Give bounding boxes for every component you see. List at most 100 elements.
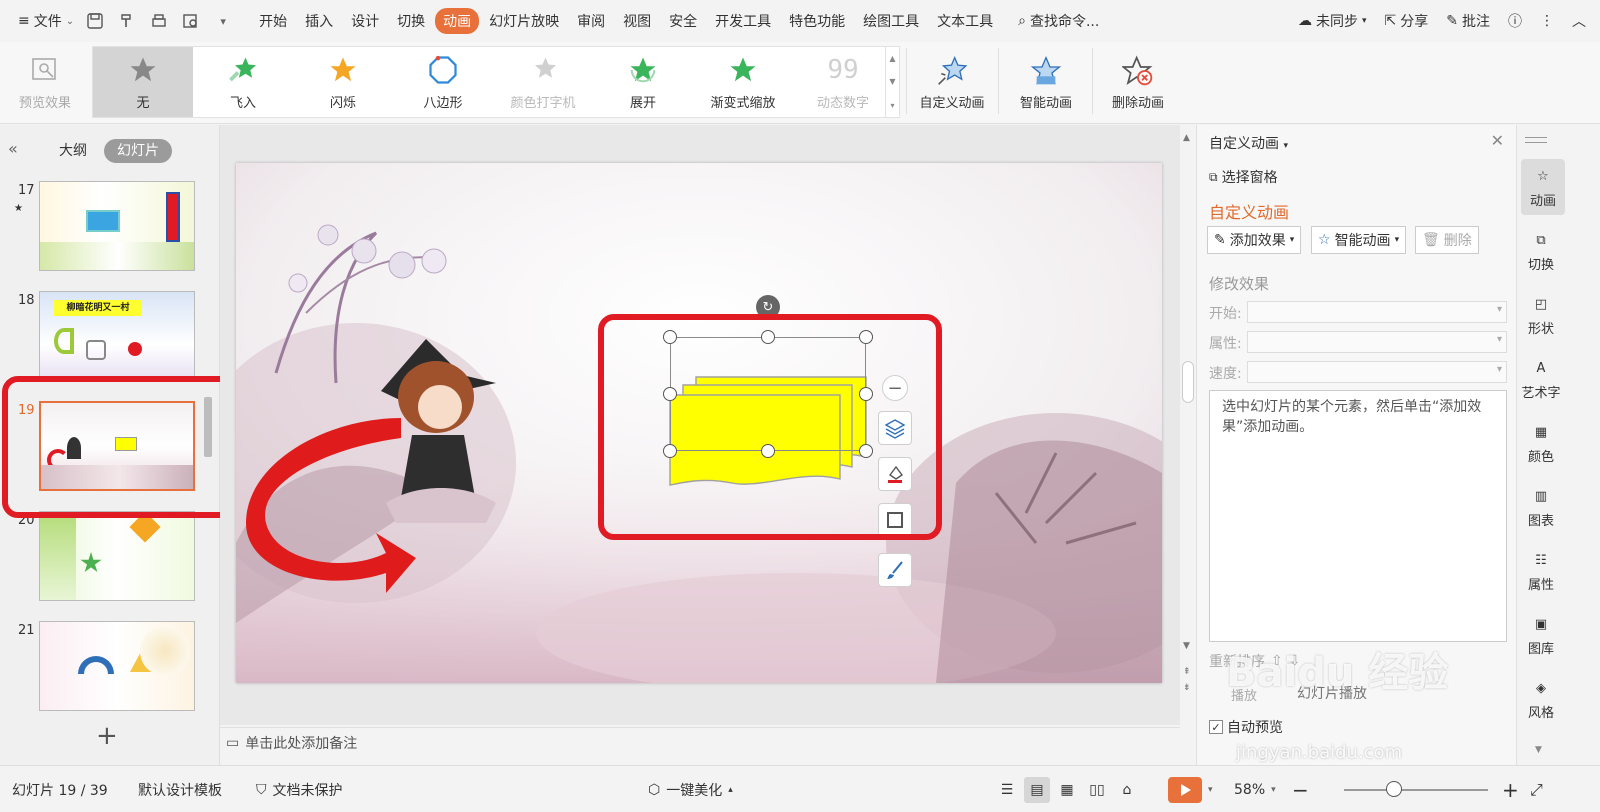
tab-design[interactable]: 设计 <box>343 8 387 34</box>
tab-animation[interactable]: 动画 <box>435 8 480 34</box>
start-select[interactable] <box>1247 301 1507 323</box>
normal-view-icon[interactable]: ▤ <box>1024 776 1050 803</box>
canvas-scrollbar[interactable]: ▲ ▼ ⇞ ⇟ <box>1180 125 1196 765</box>
tab-slideshow[interactable]: 幻灯片放映 <box>481 8 567 34</box>
anim-color-typewriter[interactable]: 颜色打字机 <box>493 47 593 117</box>
transition-icon: ⧉ <box>1536 233 1546 248</box>
protection-status[interactable]: ⛉ 文档未保护 <box>256 766 343 812</box>
fit-window-icon[interactable]: ⤢ <box>1530 766 1543 812</box>
anim-octagon[interactable]: 八边形 <box>393 47 493 117</box>
save-icon[interactable] <box>84 10 106 32</box>
collapse-panel-icon[interactable]: « <box>8 139 18 158</box>
custom-animation-label: 自定义动画 <box>919 95 985 111</box>
zoom-level-dropdown[interactable]: 58% ▾ <box>1234 766 1276 812</box>
tab-insert[interactable]: 插入 <box>297 8 341 34</box>
zoom-slider-knob[interactable] <box>1386 781 1402 797</box>
file-menu-label: 文件 <box>33 14 62 30</box>
zoom-in-icon[interactable]: + <box>1502 766 1519 812</box>
tab-transition[interactable]: 切换 <box>389 8 433 34</box>
notes-view-icon[interactable]: ☰ <box>994 777 1020 803</box>
anim-none[interactable]: 无 <box>93 47 193 117</box>
sidebar-item-transition[interactable]: ⧉ 切换 <box>1517 223 1565 279</box>
quick-access-more-icon[interactable]: ▾ <box>212 10 234 32</box>
sidebar-item-color[interactable]: ▦ 颜色 <box>1517 415 1565 471</box>
comment-button[interactable]: ✎ 批注 <box>1446 11 1490 31</box>
template-name[interactable]: 默认设计模板 <box>138 766 222 812</box>
speed-select[interactable] <box>1247 361 1507 383</box>
tab-developer[interactable]: 开发工具 <box>707 8 779 34</box>
presenter-view-icon[interactable]: ⌂ <box>1114 777 1140 803</box>
scroll-up-icon[interactable]: ▲ <box>1183 133 1190 143</box>
gallery-expand-icon[interactable]: ▾ <box>890 101 894 110</box>
slide-thumb-20[interactable]: 20 <box>0 511 220 603</box>
tab-drawing-tools[interactable]: 绘图工具 <box>855 8 927 34</box>
tab-view[interactable]: 视图 <box>615 8 659 34</box>
sidebar-item-chart[interactable]: ▥ 图表 <box>1517 479 1565 535</box>
scroll-up-icon[interactable]: ▲ <box>889 54 895 63</box>
close-icon[interactable]: ✕ <box>1491 131 1504 150</box>
anim-expand[interactable]: 展开 <box>593 47 693 117</box>
slide-thumb-21[interactable]: 21 <box>0 621 220 713</box>
sidebar-scroll-down-icon[interactable]: ▼ <box>1535 745 1542 755</box>
sidebar-menu-icon[interactable] <box>1525 137 1547 143</box>
auto-preview-checkbox[interactable]: ✓ 自动预览 <box>1209 717 1283 737</box>
sidebar-item-animation[interactable]: ☆ 动画 <box>1521 159 1565 215</box>
tab-outline[interactable]: 大纲 <box>46 139 100 163</box>
collapse-ribbon-icon[interactable]: ︿ <box>1572 11 1586 31</box>
file-menu-button[interactable]: ≡ 文件 ⌄ <box>18 11 74 31</box>
smart-animation-pane-button[interactable]: ☆ 智能动画 ▾ <box>1311 226 1407 254</box>
sidebar-item-style[interactable]: ◈ 风格 <box>1517 671 1565 727</box>
notes-area[interactable]: ▭ 单击此处添加备注 <box>220 727 1180 757</box>
sidebar-item-properties[interactable]: ☷ 属性 <box>1517 543 1565 599</box>
prev-page-icon[interactable]: ⇞ <box>1183 667 1191 677</box>
tab-home[interactable]: 开始 <box>251 8 295 34</box>
property-select[interactable] <box>1247 331 1507 353</box>
tab-text-tools[interactable]: 文本工具 <box>929 8 1001 34</box>
selection-pane-button[interactable]: ⧉ 选择窗格 <box>1209 167 1278 187</box>
gallery-scrollbar[interactable]: ▲ ▼ ▾ <box>885 47 899 117</box>
sidebar-item-shape[interactable]: ◰ 形状 <box>1517 287 1565 343</box>
add-effect-button[interactable]: ✎ 添加效果 ▾ <box>1207 226 1302 254</box>
format-brush-icon[interactable] <box>878 553 912 587</box>
anim-fly-in[interactable]: 飞入 <box>193 47 293 117</box>
anim-gradual-zoom[interactable]: 渐变式缩放 <box>693 47 793 117</box>
tab-slides[interactable]: 幻灯片 <box>104 139 172 163</box>
tab-features[interactable]: 特色功能 <box>781 8 853 34</box>
more-icon[interactable]: ⋮ <box>1540 13 1554 29</box>
beautify-button[interactable]: ⬡ 一键美化 ▴ <box>648 766 733 812</box>
scroll-down-icon[interactable]: ▼ <box>1183 641 1190 651</box>
zoom-out-icon[interactable]: − <box>1292 766 1309 812</box>
slideshow-play-button[interactable]: ▾ <box>1168 766 1213 812</box>
custom-animation-button[interactable]: 自定义动画 <box>910 46 994 118</box>
tab-review[interactable]: 审阅 <box>569 8 613 34</box>
smart-animation-button[interactable]: 智能动画 <box>1004 46 1088 118</box>
slide-sorter-icon[interactable]: ▦ <box>1054 777 1080 803</box>
delete-effect-button[interactable]: 🗑 删除 <box>1415 226 1479 254</box>
sync-button[interactable]: ☁ 未同步 ▾ <box>1298 11 1367 31</box>
share-button[interactable]: ⇱ 分享 <box>1385 11 1429 31</box>
sidebar-item-wordart[interactable]: A 艺术字 <box>1517 351 1565 407</box>
slide-thumb-18[interactable]: 18 柳暗花明又一村 <box>0 291 220 383</box>
animation-list[interactable]: 选中幻灯片的某个元素，然后单击“添加效果”添加动画。 <box>1209 390 1507 642</box>
slide-thumb-17[interactable]: 17 ★ <box>0 181 220 273</box>
sidebar-item-gallery[interactable]: ▣ 图库 <box>1517 607 1565 663</box>
anim-fly-in-label: 飞入 <box>229 95 256 111</box>
print-preview-icon[interactable] <box>180 10 202 32</box>
format-painter-icon[interactable] <box>116 10 138 32</box>
anim-dynamic-number[interactable]: 99 动态数字 <box>793 47 893 117</box>
anim-flash[interactable]: 闪烁 <box>293 47 393 117</box>
preview-effect-button[interactable]: 预览效果 <box>12 46 78 118</box>
scroll-down-icon[interactable]: ▼ <box>889 77 895 86</box>
help-icon[interactable]: ⓘ <box>1508 11 1522 31</box>
reading-view-icon[interactable]: ▯▯ <box>1084 777 1110 803</box>
next-page-icon[interactable]: ⇟ <box>1183 683 1191 693</box>
delete-animation-button[interactable]: 删除动画 <box>1098 46 1178 118</box>
add-slide-icon[interactable]: + <box>96 721 118 751</box>
zoom-slider[interactable] <box>1344 789 1488 791</box>
shape-icon: ◰ <box>1534 297 1548 312</box>
tab-security[interactable]: 安全 <box>661 8 705 34</box>
pane-title-dropdown[interactable]: 自定义动画 ▾ <box>1209 133 1288 153</box>
command-search[interactable]: ⌕ 查找命令... <box>1018 11 1099 31</box>
print-icon[interactable] <box>148 10 170 32</box>
scrollbar-thumb[interactable] <box>1182 361 1194 403</box>
